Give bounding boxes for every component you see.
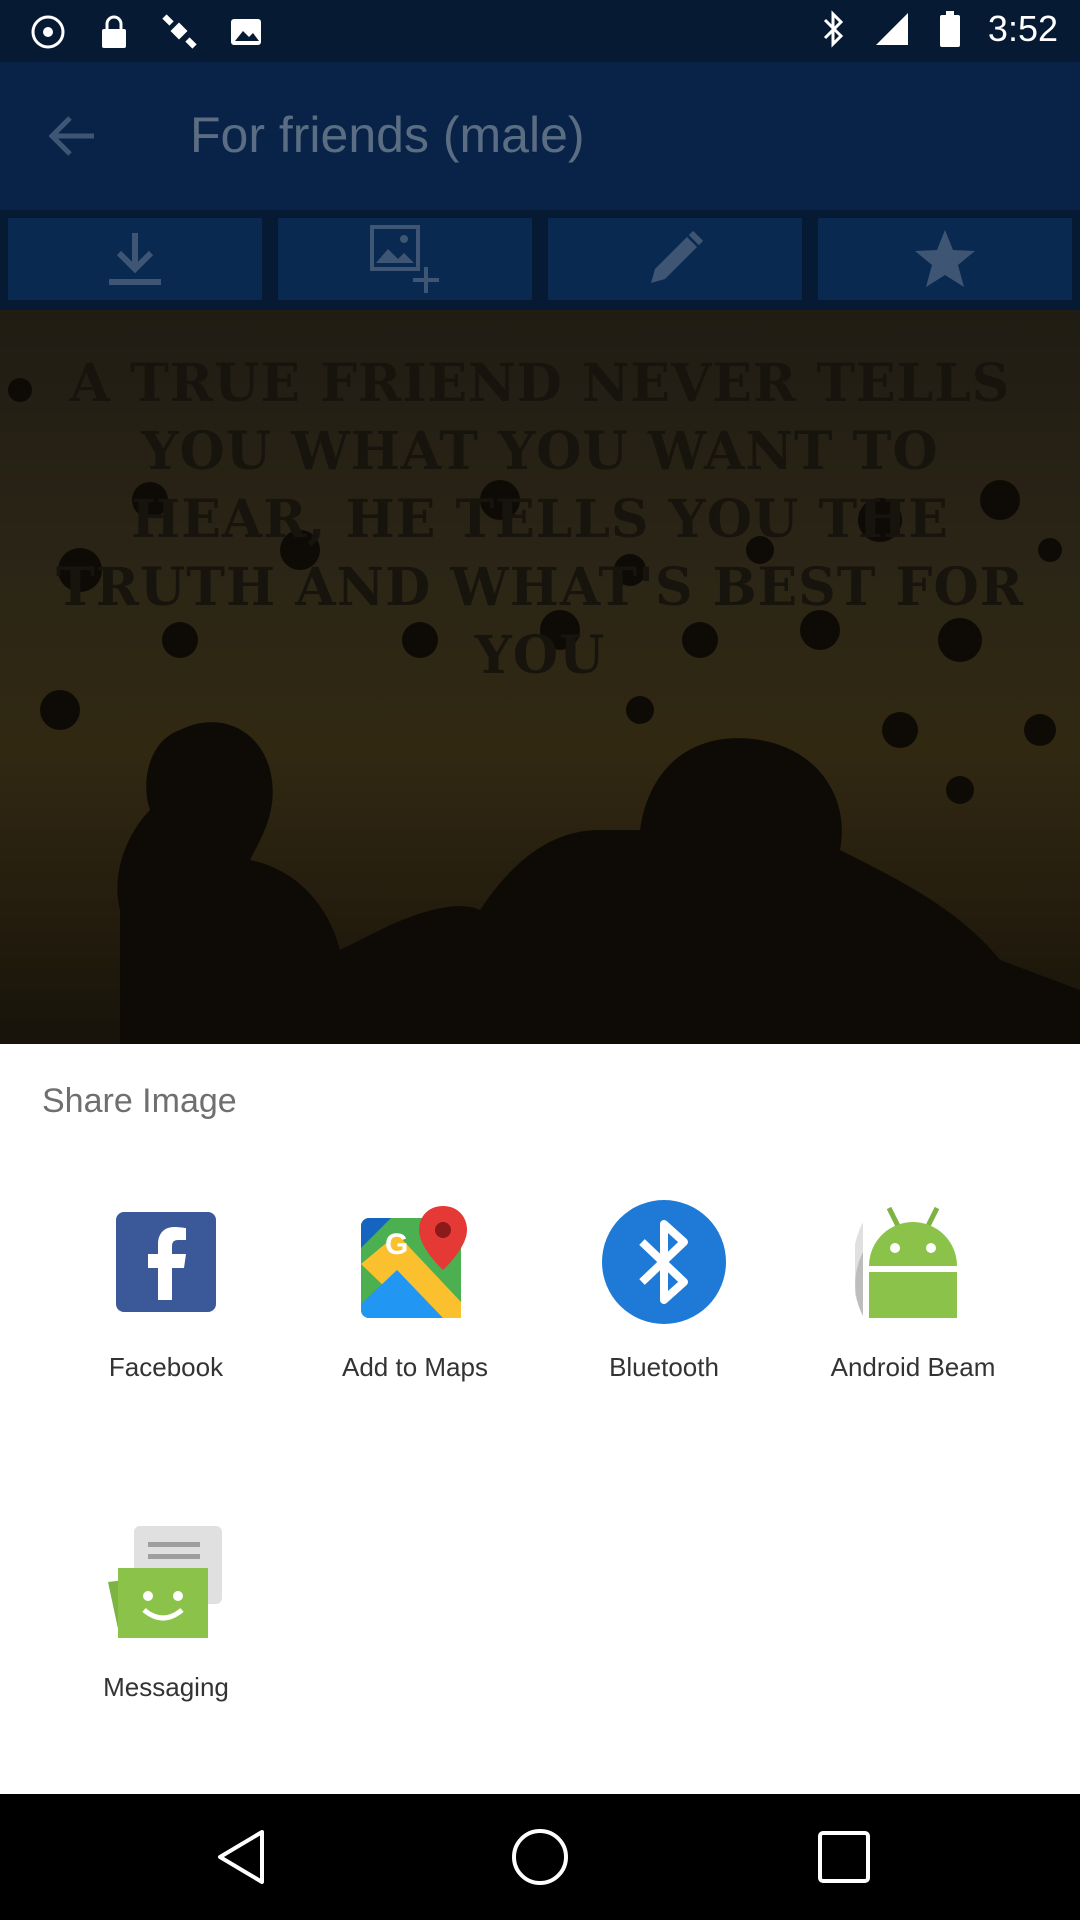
back-icon: [218, 1830, 264, 1884]
share-sheet: Share Image Facebook G Add to Maps Bluet…: [0, 1044, 1080, 1794]
share-target-android-beam[interactable]: Android Beam: [793, 1194, 1033, 1424]
share-target-label: Bluetooth: [609, 1352, 719, 1382]
nav-home-button[interactable]: [500, 1822, 580, 1892]
share-target-label: Add to Maps: [342, 1352, 488, 1382]
download-button[interactable]: [8, 218, 262, 300]
download-icon: [109, 233, 161, 285]
bluetooth-icon: [596, 1194, 732, 1330]
home-icon: [512, 1829, 568, 1885]
bluetooth-icon: [814, 9, 854, 49]
share-sheet-title: Share Image: [42, 1082, 237, 1120]
favorite-button[interactable]: [818, 218, 1072, 300]
lock-icon: [94, 12, 134, 52]
share-target-messaging[interactable]: Messaging: [46, 1514, 286, 1744]
share-target-add-to-maps[interactable]: G Add to Maps: [295, 1194, 535, 1424]
add-image-icon: [370, 225, 439, 293]
edit-pencil-icon: [651, 230, 704, 283]
satellite-icon: [160, 12, 200, 52]
facebook-icon: [98, 1194, 234, 1330]
nav-recents-button[interactable]: [804, 1822, 884, 1892]
clock: 3:52: [987, 8, 1058, 49]
android-debug-icon: [28, 12, 68, 52]
android-beam-icon: [845, 1194, 981, 1330]
quote-image: A TRUE FRIEND NEVER TELLS YOU WHAT YOU W…: [0, 310, 1080, 1044]
add-image-button[interactable]: [278, 218, 532, 300]
action-toolbar: [0, 210, 1080, 310]
share-target-bluetooth[interactable]: Bluetooth: [544, 1194, 784, 1424]
recents-icon: [818, 1831, 870, 1883]
svg-text:G: G: [385, 1228, 408, 1261]
back-button[interactable]: [36, 106, 106, 166]
signal-icon: [872, 9, 912, 49]
battery-icon: [930, 9, 970, 49]
share-target-label: Android Beam: [830, 1352, 996, 1382]
messaging-icon: [98, 1514, 234, 1650]
share-target-facebook[interactable]: Facebook: [46, 1194, 286, 1424]
image-icon: [226, 12, 266, 52]
share-target-label: Messaging: [103, 1672, 229, 1702]
share-target-label: Facebook: [108, 1352, 224, 1382]
status-bar: 3:52: [0, 0, 1080, 62]
back-arrow-icon: [48, 116, 94, 156]
app-bar: For friends (male): [0, 62, 1080, 210]
navigation-bar: [0, 1794, 1080, 1920]
nav-back-button[interactable]: [200, 1822, 280, 1892]
star-icon: [915, 230, 975, 287]
page-title: For friends (male): [190, 107, 585, 163]
dim-overlay[interactable]: [0, 310, 1080, 1044]
google-maps-icon: G: [347, 1194, 483, 1330]
edit-button[interactable]: [548, 218, 802, 300]
